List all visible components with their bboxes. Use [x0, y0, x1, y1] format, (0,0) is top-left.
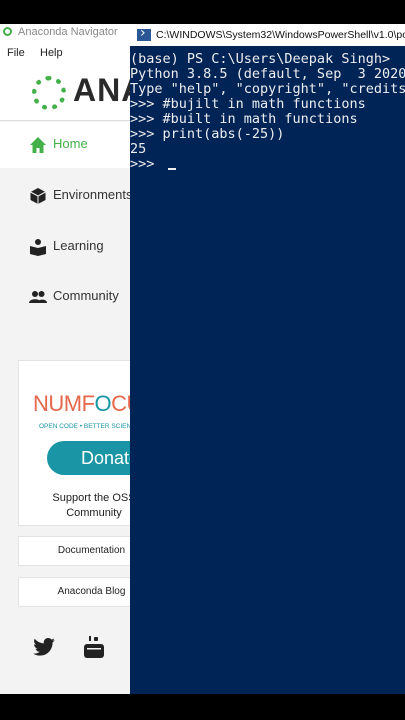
twitter-icon[interactable] [33, 638, 55, 656]
console-line: >>> print(abs(-25)) [130, 126, 285, 142]
console-line: Type "help", "copyright", "credits" [130, 81, 405, 97]
youtube-icon[interactable] [84, 636, 104, 658]
anaconda-app-icon [3, 27, 12, 36]
people-icon [29, 291, 47, 303]
powershell-window-title: C:\WINDOWS\System32\WindowsPowerShell\v1… [156, 29, 405, 41]
menu-file[interactable]: File [7, 47, 25, 59]
powershell-window[interactable]: C:\WINDOWS\System32\WindowsPowerShell\v1… [130, 24, 405, 694]
screen-bottom-bar [0, 694, 405, 720]
home-icon [30, 137, 46, 153]
powershell-title-bar[interactable]: C:\WINDOWS\System32\WindowsPowerShell\v1… [130, 24, 405, 46]
console-line: 25 [130, 141, 147, 157]
text-cursor [168, 168, 176, 170]
screen-top-bar [0, 0, 405, 24]
powershell-app-icon [137, 25, 151, 41]
book-icon [30, 239, 46, 256]
numfocus-tagline: OPEN CODE • BETTER SCIENCE [39, 423, 141, 430]
console-line: >>> #bujilt in math functions [130, 96, 366, 112]
navigator-window-title: Anaconda Navigator [18, 26, 118, 38]
console-line: >>> #built in math functions [130, 111, 358, 127]
cube-icon [30, 188, 46, 204]
sidebar-item-label: Community [53, 288, 119, 303]
console-line: Python 3.8.5 (default, Sep 3 2020 [130, 66, 405, 82]
anaconda-logo-icon [32, 76, 66, 110]
console-prompt[interactable]: >>> [130, 156, 163, 172]
console-line: (base) PS C:\Users\Deepak Singh> [130, 51, 391, 67]
sidebar-item-label: Learning [53, 238, 104, 253]
sidebar-item-label: Home [53, 136, 88, 151]
sidebar-item-label: Environments [53, 187, 133, 202]
menu-help[interactable]: Help [40, 47, 63, 59]
